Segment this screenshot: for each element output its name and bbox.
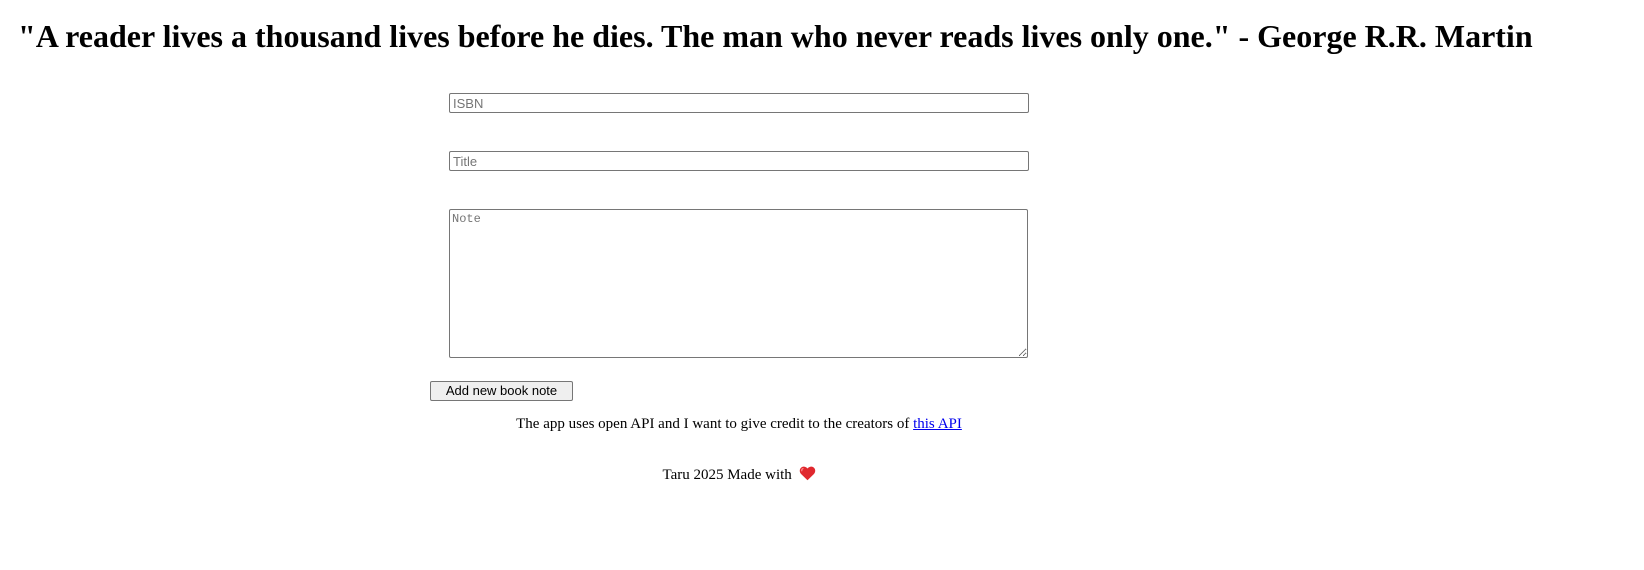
api-credit-text: The app uses open API and I want to give… [516, 416, 914, 432]
footer: Taru 2025 Made with [0, 466, 1478, 486]
api-credit: The app uses open API and I want to give… [0, 415, 1478, 433]
page: "A reader lives a thousand lives before … [0, 0, 1644, 570]
isbn-input[interactable] [449, 93, 1029, 113]
page-title-quote: "A reader lives a thousand lives before … [18, 18, 1533, 54]
title-input[interactable] [449, 151, 1029, 171]
note-textarea[interactable] [449, 209, 1028, 358]
heart-icon [799, 466, 816, 486]
add-book-note-button[interactable]: Add new book note [430, 381, 573, 401]
api-credit-link[interactable]: this API [913, 416, 962, 432]
footer-text: Taru 2025 Made with [662, 467, 792, 483]
